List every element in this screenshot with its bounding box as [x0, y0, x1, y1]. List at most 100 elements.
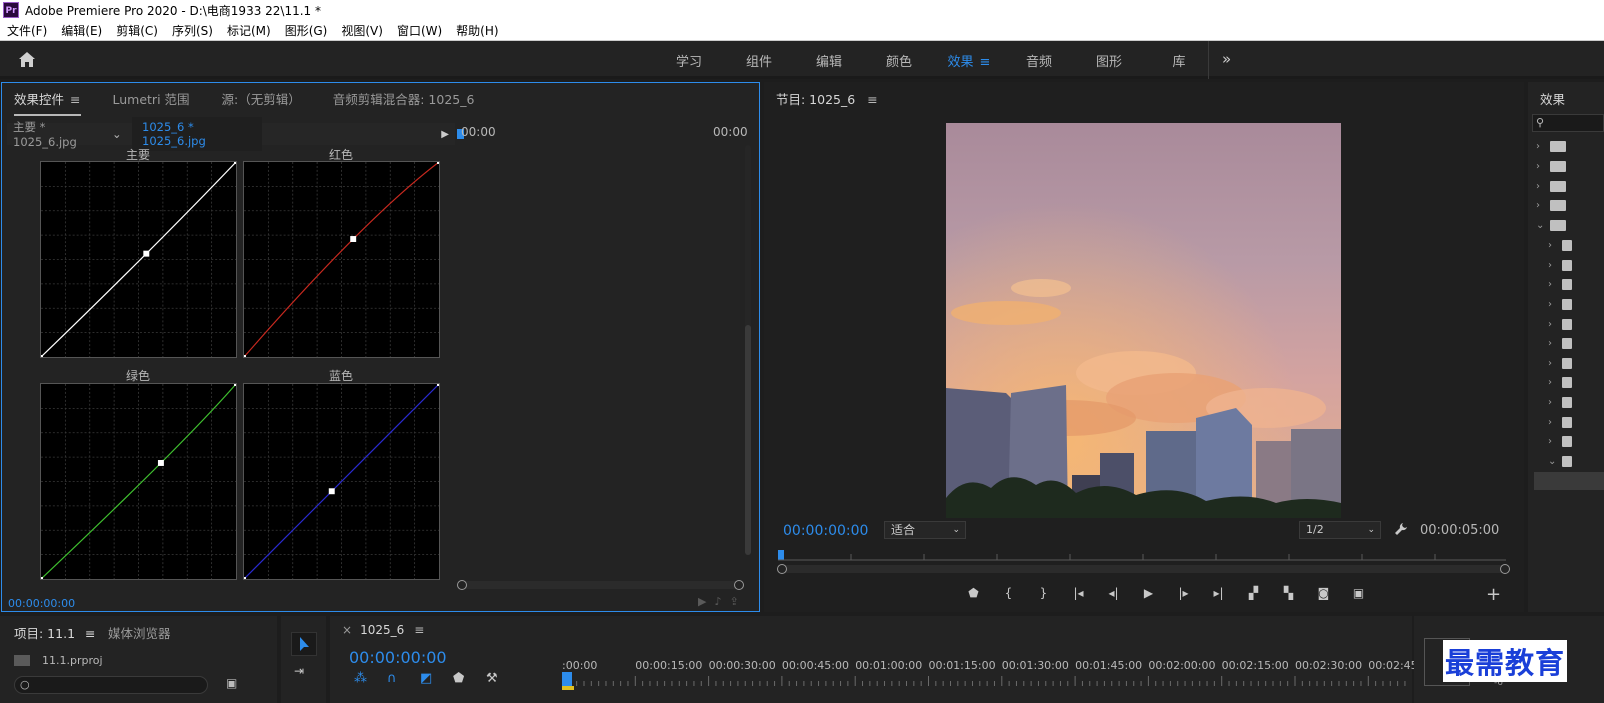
curve-endpoint[interactable] — [234, 161, 237, 164]
step-forward-icon[interactable]: |▸ — [1166, 586, 1201, 600]
timeline-settings-wrench-icon[interactable]: ⚒ — [486, 671, 519, 686]
panel-menu-icon[interactable]: ≡ — [414, 623, 424, 637]
curve-endpoint[interactable] — [437, 161, 440, 164]
track-select-tool-icon[interactable]: ⇥ — [294, 664, 304, 678]
project-search-input[interactable]: ○ — [14, 676, 208, 694]
program-zoom-scrollbar[interactable] — [777, 564, 1510, 574]
curve-endpoint[interactable] — [243, 577, 246, 580]
program-monitor-tab[interactable]: 节目: 1025_6 ≡ — [776, 89, 878, 108]
step-back-icon[interactable]: ◂| — [1096, 586, 1131, 600]
panel-menu-icon[interactable]: ≡ — [85, 626, 95, 641]
workspace-tab-color[interactable]: 颜色 — [864, 51, 934, 70]
effects-tree-item[interactable]: › — [1548, 316, 1572, 332]
play-icon[interactable]: ▶ — [1131, 586, 1166, 600]
fx-horizontal-scrollbar[interactable] — [457, 580, 744, 590]
effects-tree-item[interactable]: › — [1548, 276, 1572, 292]
workspace-menu-icon[interactable]: ≡ — [980, 55, 991, 70]
go-to-in-icon[interactable]: |◂ — [1061, 586, 1096, 600]
comparison-view-icon[interactable]: ▣ — [1341, 586, 1376, 600]
workspace-tab-audio[interactable]: 音频 — [1004, 51, 1074, 70]
timeline-current-timecode[interactable]: 00:00:00:00 — [349, 648, 447, 667]
effects-tree-item[interactable]: › — [1536, 178, 1566, 194]
tab-effect-controls[interactable]: 效果控件 ≡ — [2, 89, 101, 116]
effects-tree-item[interactable]: › — [1548, 296, 1572, 312]
scrollbar-thumb[interactable] — [745, 325, 751, 555]
workspace-tab-assembly[interactable]: 组件 — [724, 51, 794, 70]
effects-tree-item[interactable]: › — [1536, 138, 1566, 154]
timeline-playhead[interactable] — [562, 672, 572, 686]
curve-control-point[interactable] — [328, 488, 335, 495]
menu-help[interactable]: 帮助(H) — [449, 22, 505, 39]
effects-tree-selected-item[interactable] — [1534, 472, 1604, 490]
workspace-tab-effects[interactable]: 效果 ≡ — [934, 51, 1004, 70]
lift-icon[interactable]: ▞ — [1236, 586, 1271, 600]
scroll-start-handle[interactable] — [777, 564, 787, 574]
playback-resolution-dropdown[interactable]: 1/2 ⌄ — [1299, 521, 1381, 539]
curve-endpoint[interactable] — [40, 577, 43, 580]
curve-control-point[interactable] — [143, 250, 150, 257]
timeline-ruler-ticks[interactable] — [562, 676, 1412, 686]
settings-wrench-icon[interactable] — [1394, 522, 1408, 536]
selection-tool[interactable] — [291, 632, 317, 656]
effects-tree-item[interactable]: ⌄ — [1536, 217, 1566, 233]
effects-tree-item[interactable]: › — [1548, 374, 1572, 390]
curve-endpoint[interactable] — [243, 355, 246, 358]
tab-project[interactable]: 项目: 11.1 ≡ — [14, 623, 96, 642]
curve-control-point[interactable] — [350, 236, 357, 242]
workspace-tab-graphics[interactable]: 图形 — [1074, 51, 1144, 70]
effects-tree-item[interactable]: › — [1548, 237, 1572, 253]
play-audio-icon[interactable]: ▶♪ — [698, 595, 729, 608]
new-bin-icon[interactable]: ▣ — [226, 676, 237, 690]
export-frame-camera-icon[interactable]: ◙ — [1306, 586, 1341, 600]
effects-tree-item[interactable]: › — [1536, 197, 1566, 213]
menu-clip[interactable]: 剪辑(C) — [109, 22, 165, 39]
tab-source[interactable]: 源:（无剪辑） — [210, 89, 321, 108]
program-time-ruler[interactable] — [778, 548, 1506, 566]
menu-window[interactable]: 窗口(W) — [390, 22, 449, 39]
menu-markers[interactable]: 标记(M) — [220, 22, 278, 39]
fx-current-timecode[interactable]: 00:00:00:00 — [8, 597, 75, 610]
effects-panel-tab[interactable]: 效果 — [1540, 89, 1565, 108]
mark-in-icon[interactable]: { — [991, 586, 1026, 600]
master-curve-graph[interactable] — [40, 161, 237, 358]
timeline-sequence-tab[interactable]: × 1025_6 ≡ — [342, 623, 424, 637]
menu-view[interactable]: 视图(V) — [334, 22, 390, 39]
project-file-name[interactable]: 11.1.prproj — [42, 654, 103, 667]
blue-curve-graph[interactable] — [243, 383, 440, 580]
effects-tree-item[interactable]: › — [1548, 335, 1572, 351]
go-to-out-icon[interactable]: ▸| — [1201, 586, 1236, 600]
button-editor-plus-icon[interactable]: + — [1486, 584, 1501, 605]
home-icon[interactable] — [18, 51, 36, 68]
curve-endpoint[interactable] — [437, 383, 440, 386]
scroll-end-handle[interactable] — [1500, 564, 1510, 574]
add-marker-icon[interactable]: ⬟ — [956, 586, 991, 600]
add-marker-icon[interactable]: ⬟ — [453, 671, 486, 686]
workspace-tab-learn[interactable]: 学习 — [654, 51, 724, 70]
curve-control-point[interactable] — [157, 460, 164, 466]
play-triangle-icon[interactable]: ▶ — [441, 129, 449, 140]
menu-graphics[interactable]: 图形(G) — [278, 22, 335, 39]
menu-file[interactable]: 文件(F) — [0, 22, 54, 39]
mark-out-icon[interactable]: } — [1026, 586, 1061, 600]
zoom-fit-dropdown[interactable]: 适合 ⌄ — [884, 521, 966, 539]
effects-tree-item[interactable]: › — [1536, 158, 1566, 174]
fx-vertical-scrollbar[interactable] — [745, 145, 751, 555]
tab-lumetri-scopes[interactable]: Lumetri 范围 — [101, 89, 210, 108]
linked-selection-icon[interactable]: ◩ — [420, 671, 453, 686]
program-current-timecode[interactable]: 00:00:00:00 — [783, 523, 868, 539]
panel-menu-icon[interactable]: ≡ — [70, 92, 80, 107]
curve-endpoint[interactable] — [234, 383, 237, 386]
effects-tree-item[interactable]: › — [1548, 355, 1572, 371]
master-clip-label[interactable]: 主要 * 1025_6.jpg — [7, 119, 112, 149]
extract-icon[interactable]: ▚ — [1271, 586, 1306, 600]
curve-endpoint[interactable] — [40, 355, 43, 358]
panel-menu-icon[interactable]: ≡ — [867, 92, 877, 107]
effects-tree-item[interactable]: ⌄ — [1548, 453, 1572, 469]
snap-magnet-icon[interactable]: ∩ — [387, 671, 420, 686]
effects-tree-item[interactable]: › — [1548, 414, 1572, 430]
effects-tree-item[interactable]: › — [1548, 394, 1572, 410]
scroll-end-handle[interactable] — [734, 580, 744, 590]
sequence-clip-label[interactable]: 1025_6 * 1025_6.jpg — [132, 117, 262, 151]
tab-audio-clip-mixer[interactable]: 音频剪辑混合器: 1025_6 — [321, 89, 495, 108]
green-curve-graph[interactable] — [40, 383, 237, 580]
